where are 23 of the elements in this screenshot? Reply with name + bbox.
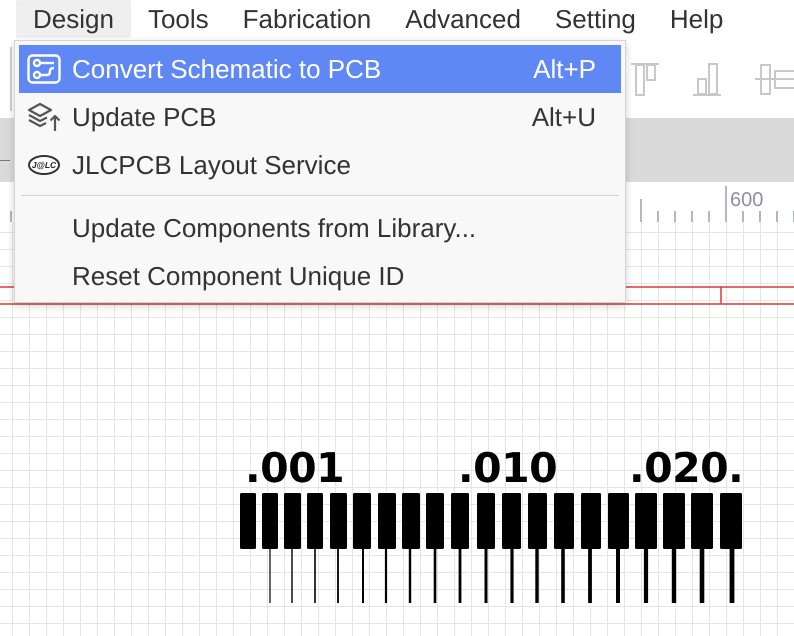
align-bottom-icon[interactable]: [693, 62, 721, 96]
trace-width-label: .020.: [629, 448, 744, 489]
menu-bar-item[interactable]: Design: [16, 0, 131, 38]
menu-item[interactable]: Reset Component Unique ID: [19, 252, 621, 300]
ruler-label: 600: [730, 189, 764, 211]
layers-up-arrow-icon: [27, 102, 61, 132]
align-middle-icon[interactable]: [755, 62, 794, 96]
shortcut-text: Alt+P: [533, 52, 596, 86]
menu-item[interactable]: Update PCB Alt+U: [19, 93, 621, 141]
align-top-icon[interactable]: [631, 62, 659, 96]
menu-bar-item[interactable]: Advanced: [388, 0, 538, 38]
menu-bar-item[interactable]: Help: [652, 0, 740, 38]
schematic-board-icon: [27, 54, 61, 84]
menu-bar-item[interactable]: Tools: [130, 0, 226, 38]
ruler-tick: [10, 211, 12, 222]
menu-item[interactable]: J@LC JLCPCB Layout Service: [19, 141, 621, 189]
trace-width-label: .001: [245, 448, 344, 489]
trace-width-label: .010: [458, 448, 558, 489]
menu-bar-item[interactable]: Fabrication: [226, 0, 388, 38]
pad: [240, 493, 256, 549]
shortcut-text: Alt+U: [532, 100, 596, 134]
menu-item[interactable]: Update Components from Library...: [19, 204, 621, 252]
menu-bar-item[interactable]: Setting: [538, 0, 653, 38]
